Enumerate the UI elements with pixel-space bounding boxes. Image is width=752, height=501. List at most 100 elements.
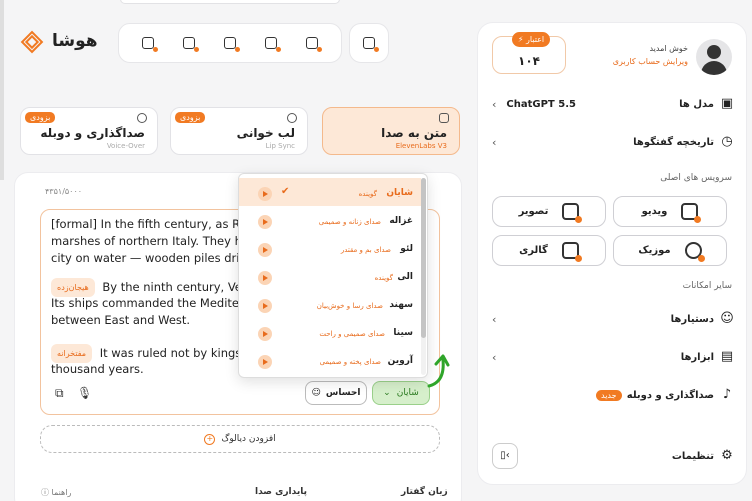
card-sub: Voice-Over [106,142,145,150]
chevron-left-icon: ‹ [492,312,497,326]
service-image[interactable]: تصویر [492,196,606,227]
gear-icon: ⚙ [721,448,733,463]
guide-text: راهنما [51,488,72,497]
editor-line: [formal] In the fifth century, as Rome [51,217,265,231]
credit-badge: ⚡ اعتبار [512,32,550,47]
voice-option[interactable]: گوینده الی [239,262,421,290]
sparkle-icon[interactable] [182,36,199,52]
clock-icon: ◷ [721,134,733,149]
edit-account-link[interactable]: ویرایش حساب کاربری [613,57,688,66]
sidebar-item-tools[interactable]: ‹ ابزارها ▤ [492,344,736,370]
voice-select[interactable]: ⌄ شایان [372,381,430,405]
voice-option[interactable]: صدای رسا و خوش‌بیان سهند [239,290,421,318]
main-services-title: سرویس های اصلی [660,173,732,183]
sidebar-item-settings[interactable]: تنظیمات ⚙ [492,443,736,469]
voice-option[interactable]: صدای زنانه و صمیمی غزاله [239,206,421,234]
voice-name: آروین [387,356,413,366]
copy-icon[interactable]: ⧉ [55,386,64,401]
video-icon[interactable] [223,36,240,52]
voice-name: لئو [400,244,413,254]
shield-button[interactable] [349,23,389,63]
card-title: صداگذاری و دوبله [40,126,145,140]
voice-name: سهند [389,300,413,310]
editor-line: thousand years. [51,362,144,376]
emotion-button[interactable]: ☺ احساس [305,381,367,405]
editor-line: By the ninth century, Ven [102,280,250,294]
chevron-left-icon: ‹ [492,135,497,149]
credit-badge-label: اعتبار [526,35,545,44]
voice-desc: گوینده [358,190,377,198]
voice-select-label: شایان [396,388,419,398]
card-title: متن به صدا [381,126,447,140]
guide-label[interactable]: ⓘ راهنما [41,487,71,498]
sidebar: خوش امدید ویرایش حساب کاربری ⚡ اعتبار ۱۰… [477,22,747,485]
service-gallery[interactable]: گالری [492,235,606,266]
lips-icon [287,113,297,123]
logo-text: هوشا [52,31,98,51]
toolbox-icon: ▤ [720,349,734,364]
voice-option[interactable]: صدای صمیمی و راحت سینا [239,318,421,346]
microphone-icon: ♪ [722,387,732,402]
editor-line: marshes of northern Italy. They had [51,234,257,248]
music-icon [684,242,705,262]
voice-option[interactable]: صدای پخته و صمیمی آروین [239,346,421,374]
sidebar-item-dubbing[interactable]: جدید صداگذاری و دوبله ♪ [492,382,736,408]
model-value: ChatGPT 5.5 [506,98,576,110]
new-badge: جدید [596,389,622,401]
play-icon[interactable] [258,243,272,257]
dubbing-label: صداگذاری و دوبله [626,389,714,401]
microphone-icon[interactable]: 🎙 [77,386,92,400]
microphone-icon [137,113,147,123]
play-icon[interactable] [258,355,272,369]
play-icon[interactable] [258,271,272,285]
add-dialog-button[interactable]: + افزودن دیالوگ [40,425,440,453]
robot-icon[interactable] [305,36,323,52]
assistants-label: دستیارها [670,313,714,325]
voice-desc: صدای پخته و صمیمی [319,358,381,366]
play-icon[interactable] [258,215,272,229]
folder-icon[interactable] [141,36,158,52]
service-video[interactable]: ویدیو [613,196,727,227]
video-icon [681,203,702,223]
avatar-head [707,45,721,59]
voice-desc: گوینده [374,274,393,282]
robot-icon: ☺ [720,311,734,326]
credit-box[interactable]: ⚡ اعتبار ۱۰۴ [492,32,566,74]
card-voice-over[interactable]: بزودی صداگذاری و دوبله Voice-Over [20,107,158,155]
voice-name: غزاله [389,216,413,226]
play-icon[interactable] [258,327,272,341]
voice-name: سینا [393,328,413,338]
voice-option[interactable]: صدای بم و مقتدر لئو [239,234,421,262]
tools-label: ابزارها [680,351,714,363]
sidebar-item-models[interactable]: ‹ ChatGPT 5.5 مدل ها ▣ [492,91,736,117]
service-music[interactable]: موزیک [613,235,727,266]
top-toolbar [118,23,342,63]
card-text-to-speech[interactable]: متن به صدا ElevenLabs V3 [322,107,460,155]
image-icon[interactable] [264,36,282,52]
sidebar-item-history[interactable]: ‹ تاریخچه گفتگوها ◷ [492,129,736,155]
credit-value: ۱۰۴ [518,54,540,68]
welcome-text: خوش امدید [649,44,688,53]
editor-line: city on water — wooden piles driven [51,251,261,265]
avatar[interactable] [696,39,732,75]
sidebar-item-assistants[interactable]: ‹ دستیارها ☺ [492,306,736,332]
voice-option[interactable]: ✔ گوینده شایان [239,178,421,206]
service-label: گالری [519,245,548,256]
shield-icon [362,36,379,52]
editor-line: Its ships commanded the Mediterran [51,296,263,310]
play-icon[interactable] [258,187,272,201]
card-lip-sync[interactable]: بزودی لب خوانی Lip Sync [170,107,308,155]
left-edge [0,0,4,180]
card-sub: Lip Sync [265,142,295,150]
voice-desc: صدای بم و مقتدر [340,246,391,254]
voice-dropdown: ✔ گوینده شایان صدای زنانه و صمیمی غزاله … [238,173,428,378]
chevron-down-icon: ⌄ [383,388,391,398]
avatar-body [701,61,727,75]
voice-desc: صدای زنانه و صمیمی [318,218,381,226]
editor-line: It was ruled not by kings, [99,346,245,360]
dropdown-scrollbar[interactable] [421,178,426,375]
service-label: موزیک [638,245,671,256]
add-dialog-label: افزودن دیالوگ [221,434,276,444]
arrow-icon [427,354,450,388]
play-icon[interactable] [258,299,272,313]
